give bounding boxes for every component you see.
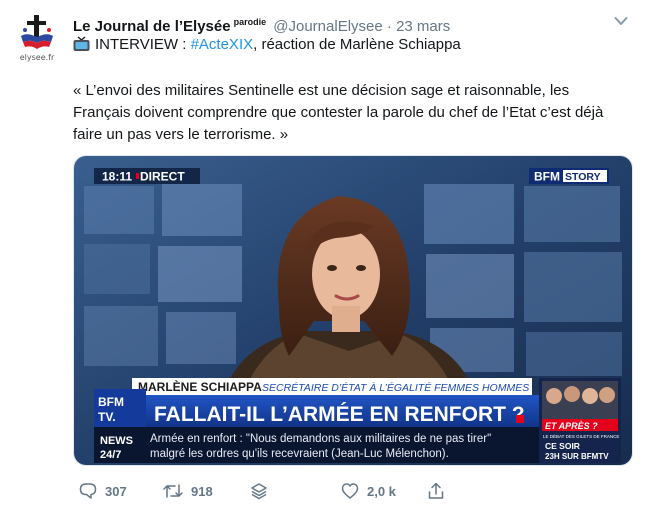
news-label-1: NEWS [100,435,133,447]
live-label: DIRECT [140,170,185,184]
live-time: 18:11 [102,170,132,184]
ticker-line-1: Armée en renfort : "Nous demandons aux m… [150,433,491,445]
guest-name: MARLÈNE SCHIAPPA [138,379,262,394]
bfm-logo-line1: BFM [98,395,124,409]
reply-button[interactable]: 307 [79,482,127,500]
quote-text: « L’envoi des militaires Sentinelle est … [73,82,604,143]
retweet-icon [163,484,183,498]
promo-sub: LE DÉBAT DES GILETS DE FRANCE [543,433,619,439]
tweet-text-line: INTERVIEW : #ActeXIX, réaction de Marlèn… [73,35,461,55]
retweet-count: 918 [191,483,213,499]
tweet-suffix: , réaction de Marlène Schiappa [253,36,461,53]
promo-title: ET APRÈS ? [545,421,598,431]
reply-icon [79,483,97,499]
tweet-actions: 307 918 2,0 k [0,482,651,504]
like-button[interactable]: 2,0 k [341,482,396,500]
news-label-2: 24/7 [100,449,121,461]
account-handle[interactable]: @JournalElysee [273,18,382,35]
guest-title: SECRÉTAIRE D’ÉTAT À L’ÉGALITÉ FEMMES HOM… [262,381,529,394]
reply-count: 307 [105,483,127,499]
video-frame: 18:11 DIRECT BFM STORY MARLÈNE SCHIAPPA … [74,156,632,465]
promo-line-1: CE SOIR [545,441,580,451]
chevron-down-icon[interactable] [614,16,628,26]
account-name[interactable]: Le Journal de l’Elysée [73,18,231,35]
share-icon [428,482,444,499]
tweet-header: Le Journal de l’Elysée parodie @JournalEl… [73,12,450,37]
television-icon [73,36,90,51]
hashtag-link[interactable]: #ActeXIX [191,36,254,53]
stack-icon [251,483,267,500]
stack-button[interactable] [250,482,276,500]
headline: FALLAIT-IL L’ARMÉE EN RENFORT ? [154,403,525,426]
tweet-quote: « L’envoi des militaires Sentinelle est … [73,80,628,146]
share-button[interactable] [427,482,453,500]
parody-badge: parodie [233,17,267,27]
tweet-prefix: INTERVIEW : [95,36,191,53]
separator: · [386,18,392,35]
avatar[interactable]: elysee.fr [13,12,61,64]
avatar-caption: elysee.fr [19,53,55,62]
tweet-media[interactable]: 18:11 DIRECT BFM STORY MARLÈNE SCHIAPPA … [73,155,633,466]
tweet-date[interactable]: 23 mars [396,18,450,35]
like-count: 2,0 k [367,483,396,499]
promo-box: ET APRÈS ? LE DÉBAT DES GILETS DE FRANCE… [539,378,621,463]
promo-line-2: 23H SUR BFMTV [545,452,609,461]
tweet[interactable]: elysee.fr Le Journal de l’Elysée parodie … [0,0,651,517]
channel-logo-text-b: STORY [565,171,601,183]
channel-logo-text-a: BFM [534,170,560,184]
ticker-line-2: malgré les ordres qu'ils recevraient (Je… [150,448,449,460]
heart-icon [341,483,359,499]
bfm-logo-line2: TV. [98,410,116,424]
retweet-button[interactable]: 918 [163,482,213,500]
elysee-cross-logo-icon [21,15,53,49]
